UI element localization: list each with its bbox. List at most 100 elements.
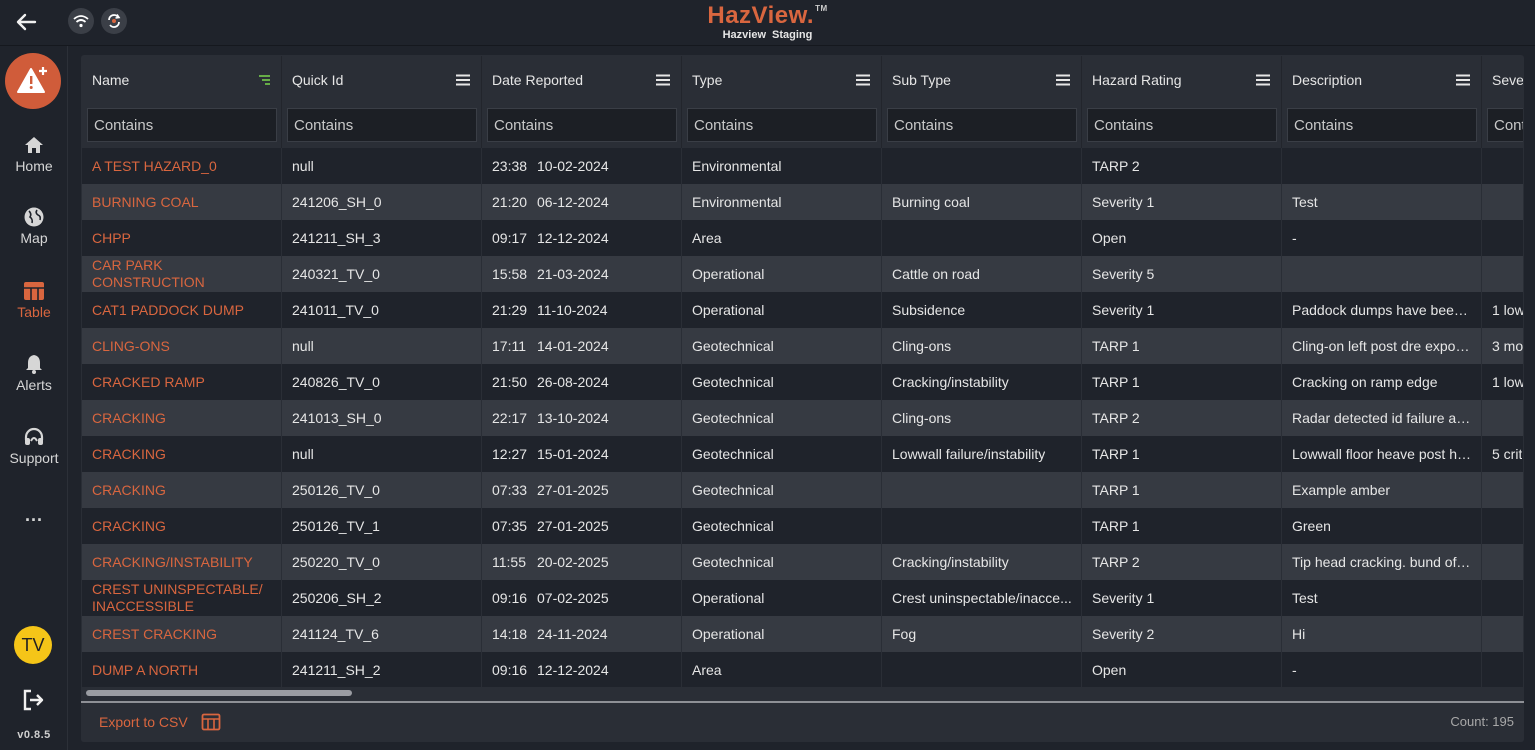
table-row[interactable]: CREST CRACKING 241124_TV_6 14:18 24-11-2024… bbox=[82, 616, 1523, 652]
cell-severity bbox=[1482, 616, 1523, 652]
cell-text: Test bbox=[1292, 590, 1318, 606]
filter-input-type[interactable] bbox=[687, 108, 877, 142]
back-arrow-icon[interactable] bbox=[12, 8, 40, 36]
table-row[interactable]: CHPP 241211_SH_3 09:17 12-12-2024 Area Open - bbox=[82, 220, 1523, 256]
avatar[interactable]: TV bbox=[14, 626, 52, 664]
cell-hazard-rating: Severity 1 bbox=[1082, 184, 1282, 220]
cell-sub-type: Cattle on road bbox=[882, 256, 1082, 292]
cell-name[interactable]: CREST CRACKING bbox=[82, 616, 282, 652]
column-menu-icon[interactable] bbox=[1055, 74, 1071, 86]
filter-input-sub-type[interactable] bbox=[887, 108, 1077, 142]
table-row[interactable]: CAR PARK CONSTRUCTION 240321_TV_0 15:58 21-… bbox=[82, 256, 1523, 292]
cell-text: Area bbox=[692, 230, 722, 246]
grid-viewport[interactable]: Name Quick Id Date Reported Type Sub Typ… bbox=[82, 56, 1523, 698]
filter-input-hazard-rating[interactable] bbox=[1087, 108, 1277, 142]
column-header-name[interactable]: Name bbox=[82, 56, 282, 104]
table-row[interactable]: CRACKING 250126_TV_1 07:35 27-01-2025 Geotec… bbox=[82, 508, 1523, 544]
sidebar-item-support[interactable]: Support bbox=[0, 426, 68, 466]
table-row[interactable]: BURNING COAL 241206_SH_0 21:20 06-12-2024 En… bbox=[82, 184, 1523, 220]
cell-text: Geotechnical bbox=[692, 482, 774, 498]
cell-name[interactable]: CRACKING/INSTABILITY bbox=[82, 544, 282, 580]
cell-sub-type: Subsidence bbox=[882, 292, 1082, 328]
table-row[interactable]: CREST UNINSPECTABLE/ INACCESSIBLE 250206_… bbox=[82, 580, 1523, 616]
cell-name[interactable]: CRACKING bbox=[82, 436, 282, 472]
cell-name[interactable]: BURNING COAL bbox=[82, 184, 282, 220]
table-row[interactable]: CRACKING 250126_TV_0 07:33 27-01-2025 Geotec… bbox=[82, 472, 1523, 508]
more-menu-button[interactable]: ... bbox=[0, 505, 68, 526]
column-header-description[interactable]: Description bbox=[1282, 56, 1482, 104]
horizontal-scrollbar[interactable] bbox=[82, 687, 1523, 699]
cell-name[interactable]: A TEST HAZARD_0 bbox=[82, 148, 282, 184]
cell-sub-type: Cracking/instability bbox=[882, 364, 1082, 400]
table-row[interactable]: CAT1 PADDOCK DUMP 241011_TV_0 21:29 11-10-2… bbox=[82, 292, 1523, 328]
sidebar-item-map[interactable]: Map bbox=[0, 206, 68, 246]
cell-sub-type: Lowwall failure/instability bbox=[882, 436, 1082, 472]
column-menu-icon[interactable] bbox=[1455, 74, 1471, 86]
logout-icon[interactable] bbox=[21, 688, 45, 712]
cell-name[interactable]: CAT1 PADDOCK DUMP bbox=[82, 292, 282, 328]
cell-date-reported: 07:35 27-01-2025 bbox=[482, 508, 682, 544]
cell-name[interactable]: CLING-ONS bbox=[82, 328, 282, 364]
table-row[interactable]: A TEST HAZARD_0 null 23:38 10-02-2024 Enviro… bbox=[82, 148, 1523, 184]
cell-hazard-rating: TARP 2 bbox=[1082, 544, 1282, 580]
app-subtitle: Hazview Staging bbox=[722, 29, 813, 41]
table-row[interactable]: DUMP A NORTH 241211_SH_2 09:16 12-12-2024 Ar… bbox=[82, 652, 1523, 688]
scrollbar-thumb[interactable] bbox=[86, 690, 352, 696]
column-header-hazard-rating[interactable]: Hazard Rating bbox=[1082, 56, 1282, 104]
cell-text: 241124_TV_6 bbox=[292, 626, 379, 642]
table-row[interactable]: CRACKING null 12:27 15-01-2024 Geotechnical L… bbox=[82, 436, 1523, 472]
cell-name[interactable]: CRACKED RAMP bbox=[82, 364, 282, 400]
cell-name[interactable]: CRACKING bbox=[82, 508, 282, 544]
column-menu-icon[interactable] bbox=[1255, 74, 1271, 86]
cell-quick-id: 241211_SH_2 bbox=[282, 652, 482, 688]
table-row[interactable]: CRACKING/INSTABILITY 250220_TV_0 11:55 20-0… bbox=[82, 544, 1523, 580]
filter-input-date-reported[interactable] bbox=[487, 108, 677, 142]
cell-name[interactable]: CREST UNINSPECTABLE/ INACCESSIBLE bbox=[82, 580, 282, 616]
filter-input-name[interactable] bbox=[87, 108, 277, 142]
cell-text: - bbox=[1292, 230, 1297, 246]
filter-input-quick-id[interactable] bbox=[287, 108, 477, 142]
export-csv-button[interactable]: Export to CSV bbox=[99, 712, 221, 732]
cell-sub-type: Cling-ons bbox=[882, 328, 1082, 364]
sidebar-item-home[interactable]: Home bbox=[0, 134, 68, 174]
cell-name[interactable]: CRACKING bbox=[82, 400, 282, 436]
cell-text: 12-12-2024 bbox=[537, 662, 609, 678]
cell-text: Burning coal bbox=[892, 194, 970, 210]
column-header-quick-id[interactable]: Quick Id bbox=[282, 56, 482, 104]
column-header-severity[interactable]: Sever bbox=[1482, 56, 1523, 104]
cell-text: DUMP A NORTH bbox=[92, 661, 199, 678]
column-menu-icon[interactable] bbox=[855, 74, 871, 86]
column-menu-icon[interactable] bbox=[455, 74, 471, 86]
cell-text: 241011_TV_0 bbox=[292, 302, 379, 318]
cell-type: Geotechnical bbox=[682, 328, 882, 364]
sync-icon[interactable] bbox=[101, 8, 127, 34]
table-row[interactable]: CRACKED RAMP 240826_TV_0 21:50 26-08-2024 Ge… bbox=[82, 364, 1523, 400]
report-hazard-button[interactable] bbox=[5, 53, 61, 109]
sidebar-item-table[interactable]: Table bbox=[0, 280, 68, 320]
sort-icon[interactable] bbox=[255, 74, 271, 86]
sidebar-item-alerts[interactable]: Alerts bbox=[0, 353, 68, 393]
cell-type: Operational bbox=[682, 256, 882, 292]
table-row[interactable]: CLING-ONS null 17:11 14-01-2024 Geotechnical… bbox=[82, 328, 1523, 364]
cell-severity bbox=[1482, 220, 1523, 256]
cell-text: Fog bbox=[892, 626, 917, 642]
cell-quick-id: null bbox=[282, 148, 482, 184]
filter-input-description[interactable] bbox=[1287, 108, 1477, 142]
cell-text: 250126_TV_0 bbox=[292, 482, 380, 498]
column-header-sub-type[interactable]: Sub Type bbox=[882, 56, 1082, 104]
cell-name[interactable]: CAR PARK CONSTRUCTION bbox=[82, 256, 282, 292]
cell-name[interactable]: CHPP bbox=[82, 220, 282, 256]
table-row[interactable]: CRACKING 241013_SH_0 22:17 13-10-2024 Geotec… bbox=[82, 400, 1523, 436]
cell-text: 1 low bbox=[1492, 374, 1523, 390]
cell-name[interactable]: DUMP A NORTH bbox=[82, 652, 282, 688]
column-header-type[interactable]: Type bbox=[682, 56, 882, 104]
cell-name[interactable]: CRACKING bbox=[82, 472, 282, 508]
cell-text: Cling-on left post dre expos... bbox=[1292, 338, 1473, 354]
cell-type: Geotechnical bbox=[682, 472, 882, 508]
cell-description: Paddock dumps have been r... bbox=[1282, 292, 1482, 328]
cell-quick-id: 241011_TV_0 bbox=[282, 292, 482, 328]
filter-input-severity[interactable] bbox=[1487, 108, 1523, 142]
wifi-icon[interactable] bbox=[68, 8, 94, 34]
column-menu-icon[interactable] bbox=[655, 74, 671, 86]
column-header-date-reported[interactable]: Date Reported bbox=[482, 56, 682, 104]
